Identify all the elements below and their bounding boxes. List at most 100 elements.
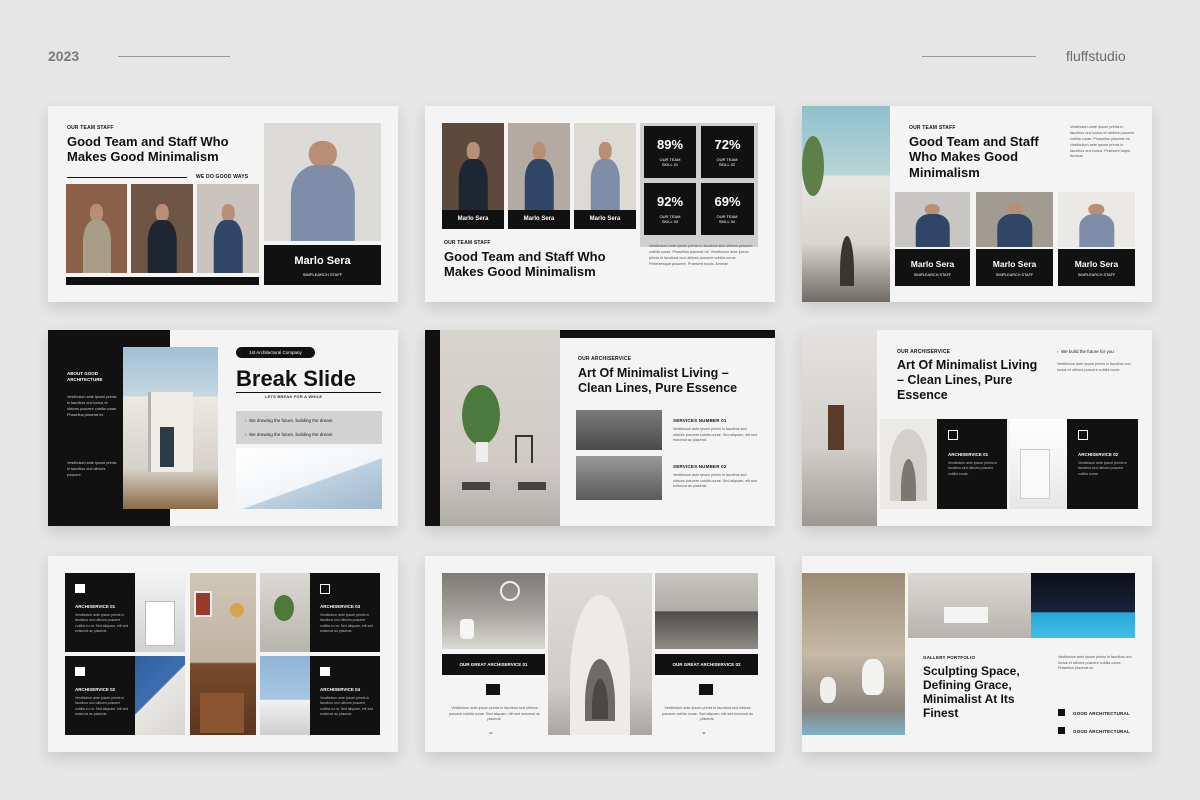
- interior-photo: [190, 573, 256, 735]
- card-label: ARCHISERVICE 01: [75, 604, 116, 609]
- slide-6-bullet: › We build the future for you: [1057, 349, 1114, 354]
- building-photo-a: [135, 573, 185, 652]
- slide-1-rule: [67, 177, 187, 178]
- team-photo-3: [574, 123, 636, 211]
- service-card-1: ARCHISERVICE 01 Vestibulum ante ipsum pr…: [937, 419, 1007, 509]
- lounge-photo: [908, 573, 1031, 638]
- calendar-icon: [320, 584, 330, 594]
- chevron-right-icon: ›: [1057, 349, 1059, 354]
- stat-value: 72%: [714, 137, 741, 152]
- stat-value: 92%: [656, 194, 684, 209]
- slide-2-title: Good Team and Staff Who Makes Good Minim…: [444, 249, 606, 280]
- slide-1-bar: [66, 277, 259, 285]
- pool-photo: [1031, 573, 1135, 638]
- card-label: ARCHISERVICE 02: [1078, 452, 1119, 457]
- slide-5[interactable]: OUR ARCHISERVICE Art Of Minimalist Livin…: [425, 330, 775, 526]
- team-photo-3: [1058, 192, 1135, 247]
- service-card-4: ARCHISERVICE 04 Vestibulum ante ipsum pr…: [310, 656, 380, 735]
- company-badge: 1st Architectural Company: [236, 347, 315, 358]
- service-card-1: ARCHISERVICE 01 Vestibulum ante ipsum pr…: [65, 573, 135, 652]
- slide-5-eyebrow: OUR ARCHISERVICE: [578, 356, 632, 362]
- bullet-box: › We drawing the future, building the dr…: [236, 411, 382, 444]
- team-photo-2: [131, 184, 193, 273]
- slide-3-eyebrow: OUR TEAM STAFF: [909, 125, 956, 131]
- slide-6-eyebrow: OUR ARCHISERVICE: [897, 349, 951, 355]
- service-label-2: SERVICES NUMBER 02: [673, 464, 727, 469]
- portfolio-item-1: GOOD ARCHITECTURAL: [1073, 711, 1130, 716]
- member-role: SIMPLEARCH STAFF: [1077, 273, 1116, 277]
- team-photo-2: [508, 123, 570, 211]
- name-tag-2: Marlo Sera: [508, 210, 570, 229]
- break-sub: LETS BREAK FOR A WHILE: [265, 394, 323, 399]
- chevron-right-icon: ›: [245, 418, 247, 423]
- interior-photo: [440, 330, 560, 526]
- card-text: Vestibulum ante ipsum primis in faucibus…: [75, 696, 129, 717]
- stat-card-4: 69% OUR TEAM SKILL 04: [701, 183, 754, 235]
- slide-2-body: Vestibulum ante ipsum primis in faucibus…: [649, 244, 753, 266]
- team-photo-1: [66, 184, 127, 273]
- service-photo-2: [576, 456, 662, 500]
- bullet-2: › We drawing the future, building the dr…: [245, 432, 333, 437]
- card-text: Vestibulum ante ipsum primis in faucibus…: [1078, 461, 1128, 476]
- building-photo-2: [1010, 419, 1067, 509]
- building-icon: [948, 430, 958, 440]
- slide-6-title: Art Of Minimalist Living – Clean Lines, …: [897, 358, 1038, 402]
- chevron-down-icon: ⌄: [701, 729, 707, 736]
- team-photo-2: [976, 192, 1053, 247]
- slide-3-side-text: Vestibulum ante ipsum primis in faucibus…: [1070, 125, 1135, 159]
- bathroom-photo: [442, 573, 545, 649]
- slide-9-title: Sculpting Space, Defining Grace, Minimal…: [923, 664, 1020, 721]
- stat-label: OUR TEAM SKILL 02: [716, 157, 738, 167]
- corridor-photo: [802, 330, 877, 526]
- slide-2[interactable]: Marlo Sera Marlo Sera Marlo Sera 89% OUR…: [425, 106, 775, 302]
- bullet-1: › We drawing the future, building the dr…: [245, 418, 333, 423]
- skyscraper-photo: [236, 448, 382, 509]
- slide-5-title: Art Of Minimalist Living – Clean Lines, …: [578, 366, 738, 395]
- team-photo-3: [197, 184, 259, 273]
- service-text-1: Vestibulum ante ipsum primis in faucibus…: [673, 427, 758, 443]
- portfolio-item-2: GOOD ARCHITECTURAL: [1073, 729, 1130, 734]
- slide-4[interactable]: ABOUT GOOD ARCHITECTURE Vestibulum ante …: [48, 330, 398, 526]
- slide-6-side-text: Vestibulum ante ipsum primis in faucibus…: [1057, 362, 1131, 372]
- service-card-2: ARCHISERVICE 02 Vestibulum ante ipsum pr…: [1067, 419, 1138, 509]
- break-title: Break Slide: [236, 366, 356, 391]
- house-icon: [75, 584, 85, 593]
- square-bullet-icon: [1058, 709, 1065, 716]
- slide-9-side-text: Vestibulum ante ipsum primis in faucibus…: [1058, 655, 1132, 671]
- service-photo-1: [576, 410, 662, 450]
- building-photo-b: [135, 656, 185, 735]
- service-text-2: Vestibulum ante ipsum primis in faucibus…: [661, 706, 754, 722]
- building-photo-c: [260, 656, 310, 735]
- building-photo: [802, 106, 890, 302]
- name-tag-3: Marlo Sera: [574, 210, 636, 229]
- header-rule-left: [118, 56, 230, 57]
- about-text-2: Vestibulum ante ipsum primis in faucibus…: [67, 461, 117, 478]
- about-heading: ABOUT GOOD ARCHITECTURE: [67, 371, 103, 383]
- slide-1-title: Good Team and Staff Who Makes Good Minim…: [67, 134, 229, 165]
- member-card-3: Marlo Sera SIMPLEARCH STAFF: [1058, 249, 1135, 286]
- slide-9[interactable]: GALLERY PORTFOLIO Sculpting Space, Defin…: [802, 556, 1152, 752]
- slide-3[interactable]: OUR TEAM STAFF Good Team and Staff Who M…: [802, 106, 1152, 302]
- break-rule: [236, 392, 381, 393]
- card-label: ARCHISERVICE 01: [948, 452, 989, 457]
- slide-8[interactable]: OUR GREAT ARCHISERVICE 01 Vestibulum ant…: [425, 556, 775, 752]
- stat-value: 69%: [714, 194, 741, 209]
- team-photo-1: [442, 123, 504, 211]
- card-text: Vestibulum ante ipsum primis in faucibus…: [75, 613, 129, 634]
- service-card-3: ARCHISERVICE 03 Vestibulum ante ipsum pr…: [310, 573, 380, 652]
- tree-icon: [75, 667, 85, 676]
- about-text-1: Vestibulum ante ipsum primis in faucibus…: [67, 395, 118, 418]
- header-rule-right: [922, 56, 1036, 57]
- slide-1[interactable]: OUR TEAM STAFF Good Team and Staff Who M…: [48, 106, 398, 302]
- member-name: Marlo Sera: [1074, 259, 1119, 269]
- arch-photo-1: [880, 419, 937, 509]
- slide-2-eyebrow: OUR TEAM STAFF: [444, 240, 491, 246]
- square-bullet-icon: [1058, 727, 1065, 734]
- slide-7[interactable]: ARCHISERVICE 01 Vestibulum ante ipsum pr…: [48, 556, 398, 752]
- slide-6[interactable]: OUR ARCHISERVICE Art Of Minimalist Livin…: [802, 330, 1152, 526]
- service-label-2: OUR GREAT ARCHISERVICE 02: [655, 654, 758, 675]
- member-role: SIMPLEARCH STAFF: [995, 273, 1034, 277]
- card-text: Vestibulum ante ipsum primis in faucibus…: [320, 696, 374, 717]
- building-icon: [1078, 430, 1088, 440]
- architecture-photo: [123, 347, 218, 509]
